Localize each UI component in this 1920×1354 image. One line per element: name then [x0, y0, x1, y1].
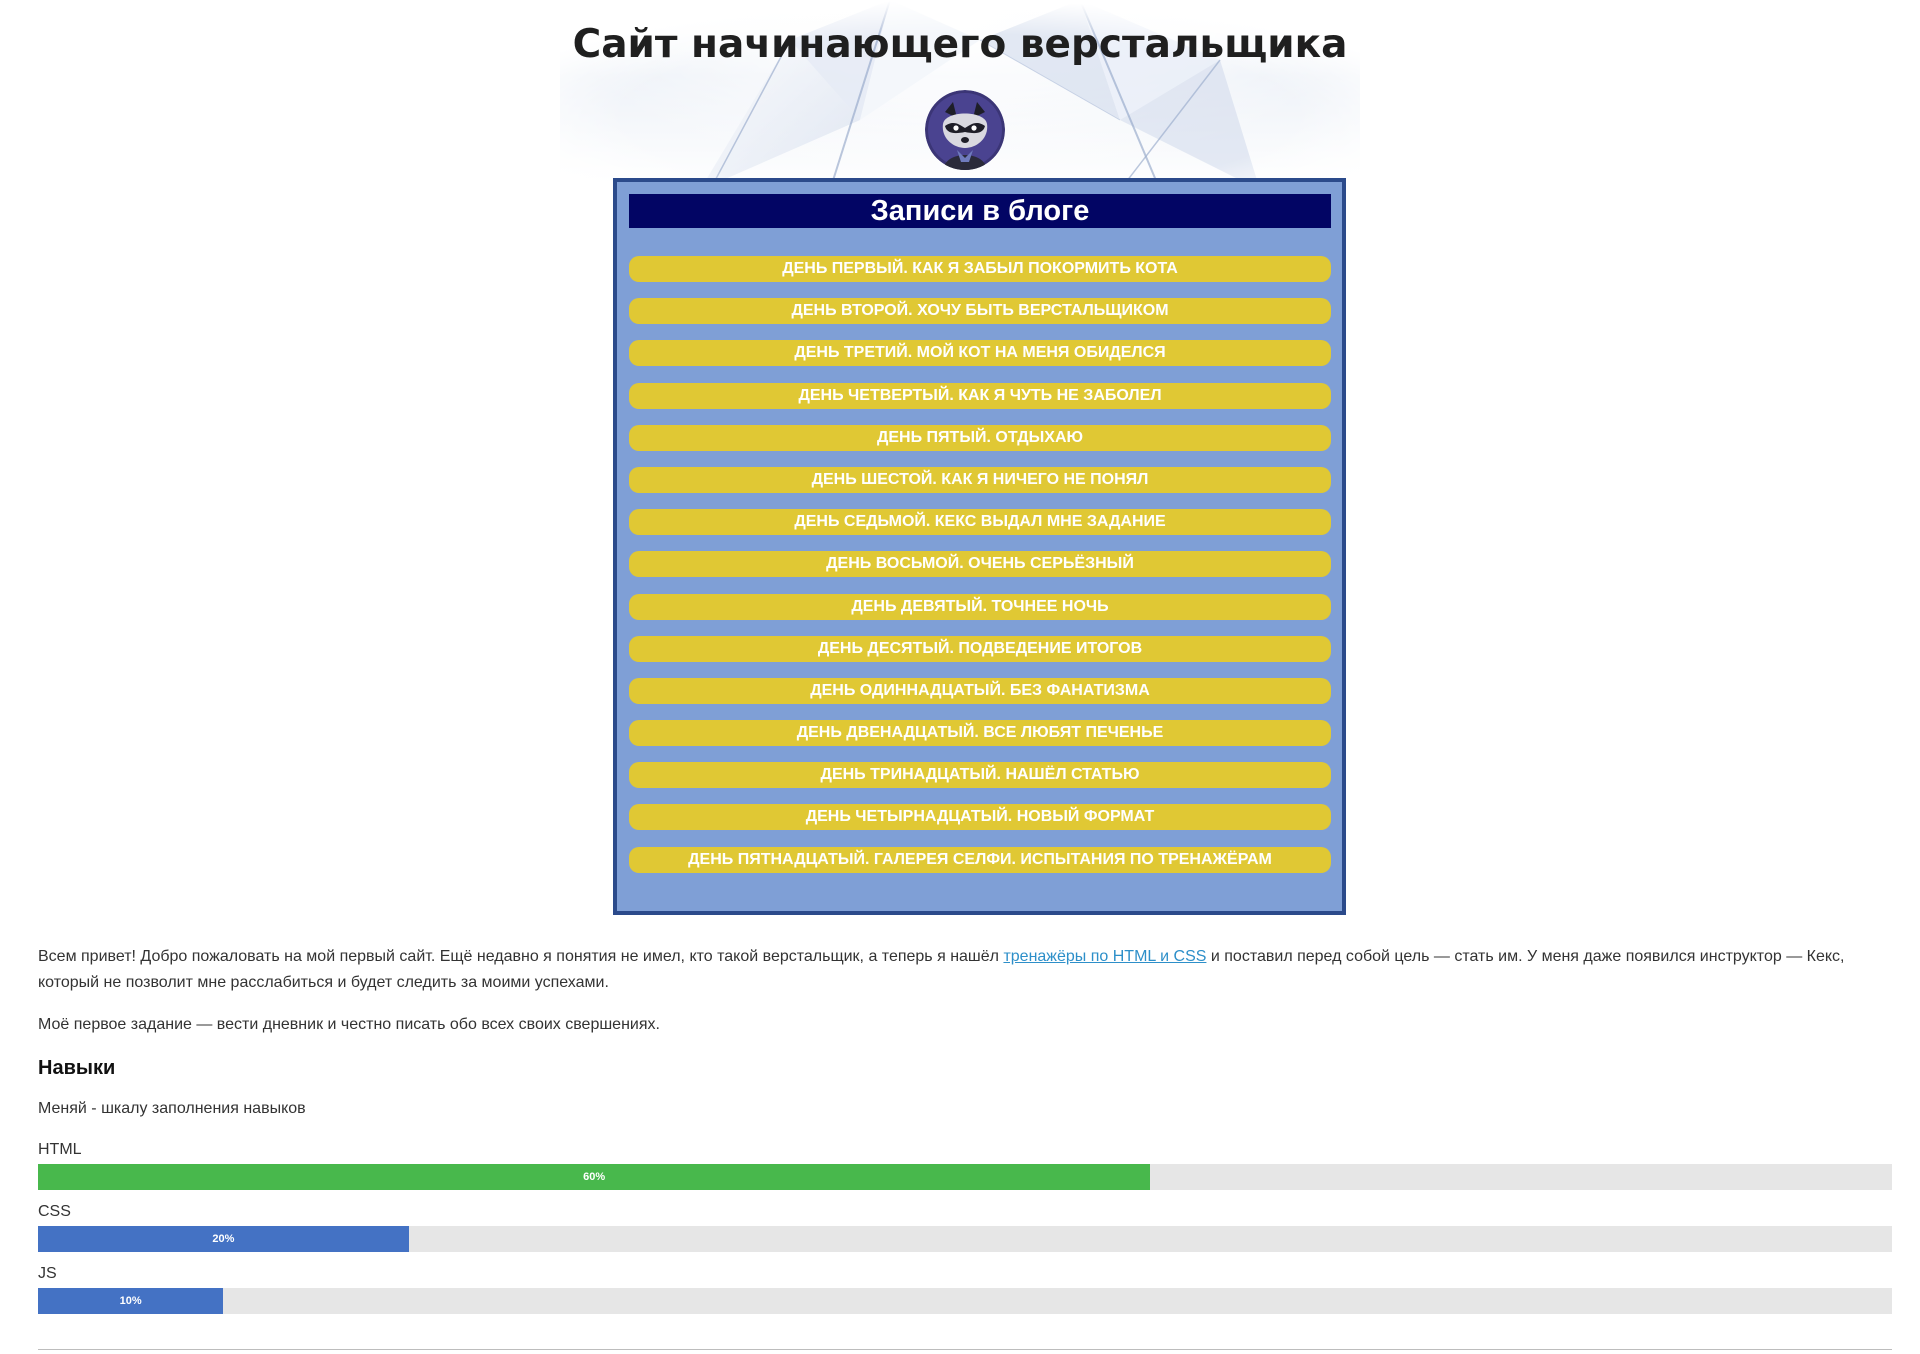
skill-html: HTML 60%: [38, 1140, 1892, 1190]
blog-post-link[interactable]: ДЕНЬ ПЕРВЫЙ. КАК Я ЗАБЫЛ ПОКОРМИТЬ КОТА: [629, 256, 1331, 282]
skill-progress-track: 60%: [38, 1164, 1892, 1190]
blog-post-link[interactable]: ДЕНЬ ШЕСТОЙ. КАК Я НИЧЕГО НЕ ПОНЯЛ: [629, 466, 1331, 493]
main-content: Всем привет! Добро пожаловать на мой пер…: [38, 944, 1892, 1314]
skill-js: JS 10%: [38, 1264, 1892, 1314]
footer-divider: [38, 1349, 1892, 1350]
skills-heading: Навыки: [38, 1057, 116, 1079]
intro-paragraph: Всем привет! Добро пожаловать на мой пер…: [38, 944, 1892, 996]
raccoon-avatar-icon: [925, 90, 1005, 170]
skill-progress-fill: 60%: [38, 1164, 1151, 1190]
skill-label: CSS: [38, 1203, 71, 1220]
skill-progress-track: 10%: [38, 1288, 1892, 1314]
blog-panel: Записи в блоге ДЕНЬ ПЕРВЫЙ. КАК Я ЗАБЫЛ …: [613, 178, 1346, 915]
skills-note: Меняй - шкалу заполнения навыков: [38, 1100, 306, 1117]
blog-post-link[interactable]: ДЕНЬ СЕДЬМОЙ. КЕКС ВЫДАЛ МНЕ ЗАДАНИЕ: [629, 509, 1331, 536]
blog-post-link[interactable]: ДЕНЬ ДЕСЯТЫЙ. ПОДВЕДЕНИЕ ИТОГОВ: [629, 635, 1331, 662]
skill-label: JS: [38, 1265, 57, 1282]
blog-post-link[interactable]: ДЕНЬ ВОСЬМОЙ. ОЧЕНЬ СЕРЬЁЗНЫЙ: [629, 551, 1331, 578]
blog-post-link[interactable]: ДЕНЬ ПЯТЫЙ. ОТДЫХАЮ: [629, 424, 1331, 451]
blog-post-link[interactable]: ДЕНЬ ЧЕТЫРНАДЦАТЫЙ. НОВЫЙ ФОРМАТ: [629, 804, 1331, 831]
blog-post-link[interactable]: ДЕНЬ ВТОРОЙ. ХОЧУ БЫТЬ ВЕРСТАЛЬЩИКОМ: [629, 298, 1331, 325]
blog-post-link[interactable]: ДЕНЬ ОДИННАДЦАТЫЙ. БЕЗ ФАНАТИЗМА: [629, 677, 1331, 704]
skill-label: HTML: [38, 1141, 82, 1158]
intro-text-start: Всем привет! Добро пожаловать на мой пер…: [38, 948, 1004, 965]
task-paragraph: Моё первое задание — вести дневник и чес…: [38, 1016, 660, 1033]
blog-post-link[interactable]: ДЕНЬ ТРЕТИЙ. МОЙ КОТ НА МЕНЯ ОБИДЕЛСЯ: [629, 340, 1331, 367]
blog-post-link[interactable]: ДЕНЬ ЧЕТВЕРТЫЙ. КАК Я ЧУТЬ НЕ ЗАБОЛЕЛ: [629, 382, 1331, 409]
blog-title: Записи в блоге: [629, 194, 1331, 228]
skill-css: CSS 20%: [38, 1202, 1892, 1252]
site-title: Сайт начинающего верстальщика: [572, 22, 1348, 67]
skill-progress-track: 20%: [38, 1226, 1892, 1252]
blog-post-list: ДЕНЬ ПЕРВЫЙ. КАК Я ЗАБЫЛ ПОКОРМИТЬ КОТА …: [629, 256, 1331, 889]
skill-progress-fill: 10%: [38, 1288, 224, 1314]
blog-post-link[interactable]: ДЕНЬ ДВЕНАДЦАТЫЙ. ВСЕ ЛЮБЯТ ПЕЧЕНЬЕ: [629, 720, 1331, 747]
skill-progress-fill: 20%: [38, 1226, 409, 1252]
blog-post-link[interactable]: ДЕНЬ ПЯТНАДЦАТЫЙ. ГАЛЕРЕЯ СЕЛФИ. ИСПЫТАН…: [629, 846, 1331, 873]
blog-post-link[interactable]: ДЕНЬ ДЕВЯТЫЙ. ТОЧНЕЕ НОЧЬ: [629, 593, 1331, 620]
trainers-link[interactable]: тренажёры по HTML и CSS: [1003, 948, 1206, 965]
blog-post-link[interactable]: ДЕНЬ ТРИНАДЦАТЫЙ. НАШЁЛ СТАТЬЮ: [629, 762, 1331, 789]
